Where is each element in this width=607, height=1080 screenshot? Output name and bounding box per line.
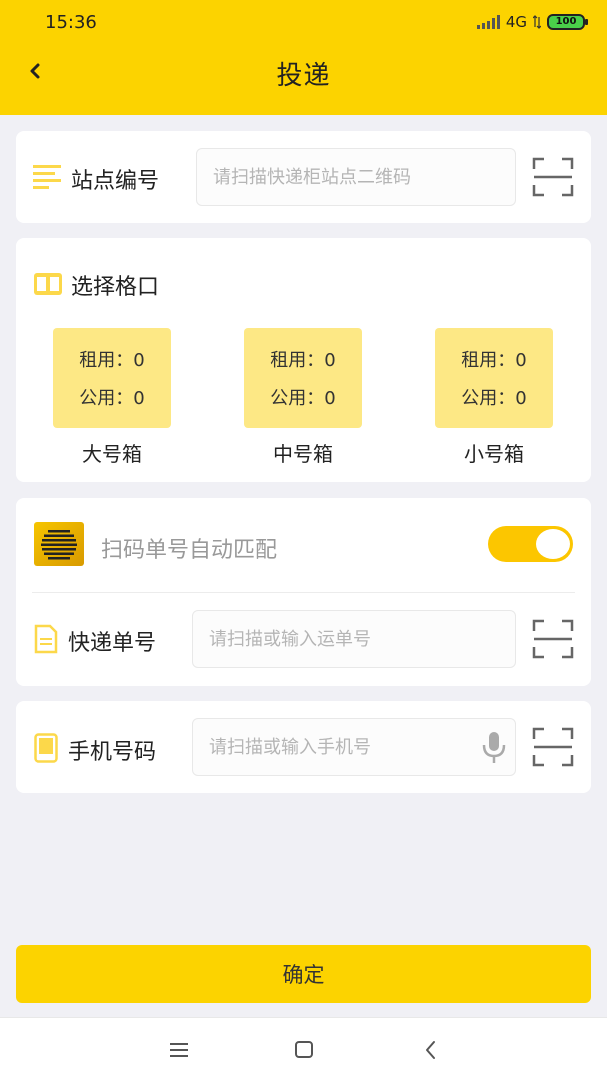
battery-level: 100 bbox=[555, 16, 577, 27]
menu-icon[interactable] bbox=[164, 1036, 194, 1064]
tracking-input-box bbox=[192, 610, 516, 668]
status-time: 15:36 bbox=[45, 12, 97, 33]
tracking-label: 快递单号 bbox=[68, 631, 157, 656]
slot-section-title: 选择格口 bbox=[71, 275, 160, 300]
rent-count: 租用：0 bbox=[270, 350, 336, 371]
auto-match-toggle[interactable] bbox=[488, 526, 573, 562]
public-count: 公用：0 bbox=[79, 388, 145, 409]
microphone-icon[interactable] bbox=[481, 731, 507, 765]
slot-medium[interactable]: 租用：0 公用：0 中号箱 bbox=[244, 328, 362, 467]
phone-label: 手机号码 bbox=[68, 740, 157, 765]
document-icon bbox=[34, 624, 58, 654]
grid-icon bbox=[34, 273, 62, 295]
home-square-icon[interactable] bbox=[289, 1036, 319, 1064]
station-card: 站点编号 bbox=[16, 131, 591, 223]
phone-input[interactable] bbox=[209, 736, 469, 758]
app-root: 15:36 4G 100 投递 站点编号 请扫描快递柜站点二维码 选择格口 租用… bbox=[0, 0, 607, 1080]
slot-small[interactable]: 租用：0 公用：0 小号箱 bbox=[435, 328, 553, 467]
divider bbox=[32, 592, 575, 593]
slot-name: 小号箱 bbox=[464, 442, 524, 466]
toggle-knob bbox=[536, 529, 570, 559]
slot-card: 选择格口 租用：0 公用：0 大号箱 租用：0 公用：0 中号箱 租用：0 公用… bbox=[16, 238, 591, 482]
public-count: 公用：0 bbox=[461, 388, 527, 409]
status-icons: 4G 100 bbox=[476, 13, 588, 31]
slot-name: 大号箱 bbox=[82, 442, 142, 466]
slot-name: 中号箱 bbox=[273, 442, 333, 466]
list-lines-icon bbox=[33, 165, 61, 189]
tracking-input[interactable] bbox=[209, 628, 515, 650]
station-input-box bbox=[196, 148, 516, 206]
slot-large[interactable]: 租用：0 公用：0 大号箱 bbox=[53, 328, 171, 467]
phone-card: 手机号码 bbox=[16, 701, 591, 793]
phone-icon bbox=[34, 733, 58, 763]
battery-icon: 100 bbox=[547, 14, 588, 30]
page-title: 投递 bbox=[276, 61, 331, 91]
tracking-card: 扫码单号自动匹配 快递单号 bbox=[16, 498, 591, 686]
back-chevron-icon[interactable] bbox=[416, 1036, 446, 1064]
station-input[interactable] bbox=[213, 166, 515, 188]
tracking-scan-icon[interactable] bbox=[532, 619, 574, 659]
phone-scan-icon[interactable] bbox=[532, 727, 574, 767]
slot-box: 租用：0 公用：0 bbox=[53, 328, 171, 428]
station-scan-icon[interactable] bbox=[532, 157, 574, 197]
header: 15:36 4G 100 投递 bbox=[0, 0, 607, 115]
network-type: 4G bbox=[505, 13, 527, 31]
signal-icon bbox=[476, 15, 500, 29]
auto-match-label: 扫码单号自动匹配 bbox=[101, 538, 278, 563]
rent-count: 租用：0 bbox=[79, 350, 145, 371]
phone-input-box bbox=[192, 718, 516, 776]
data-arrows-icon bbox=[533, 15, 541, 29]
confirm-button[interactable]: 确定 bbox=[16, 945, 591, 1003]
station-label: 站点编号 bbox=[71, 169, 160, 194]
public-count: 公用：0 bbox=[270, 388, 336, 409]
status-bar: 15:36 4G 100 bbox=[0, 0, 607, 46]
slot-box: 租用：0 公用：0 bbox=[435, 328, 553, 428]
slot-box: 租用：0 公用：0 bbox=[244, 328, 362, 428]
system-nav-bar bbox=[0, 1017, 607, 1080]
rent-count: 租用：0 bbox=[461, 350, 527, 371]
barcode-badge-icon bbox=[34, 522, 84, 566]
